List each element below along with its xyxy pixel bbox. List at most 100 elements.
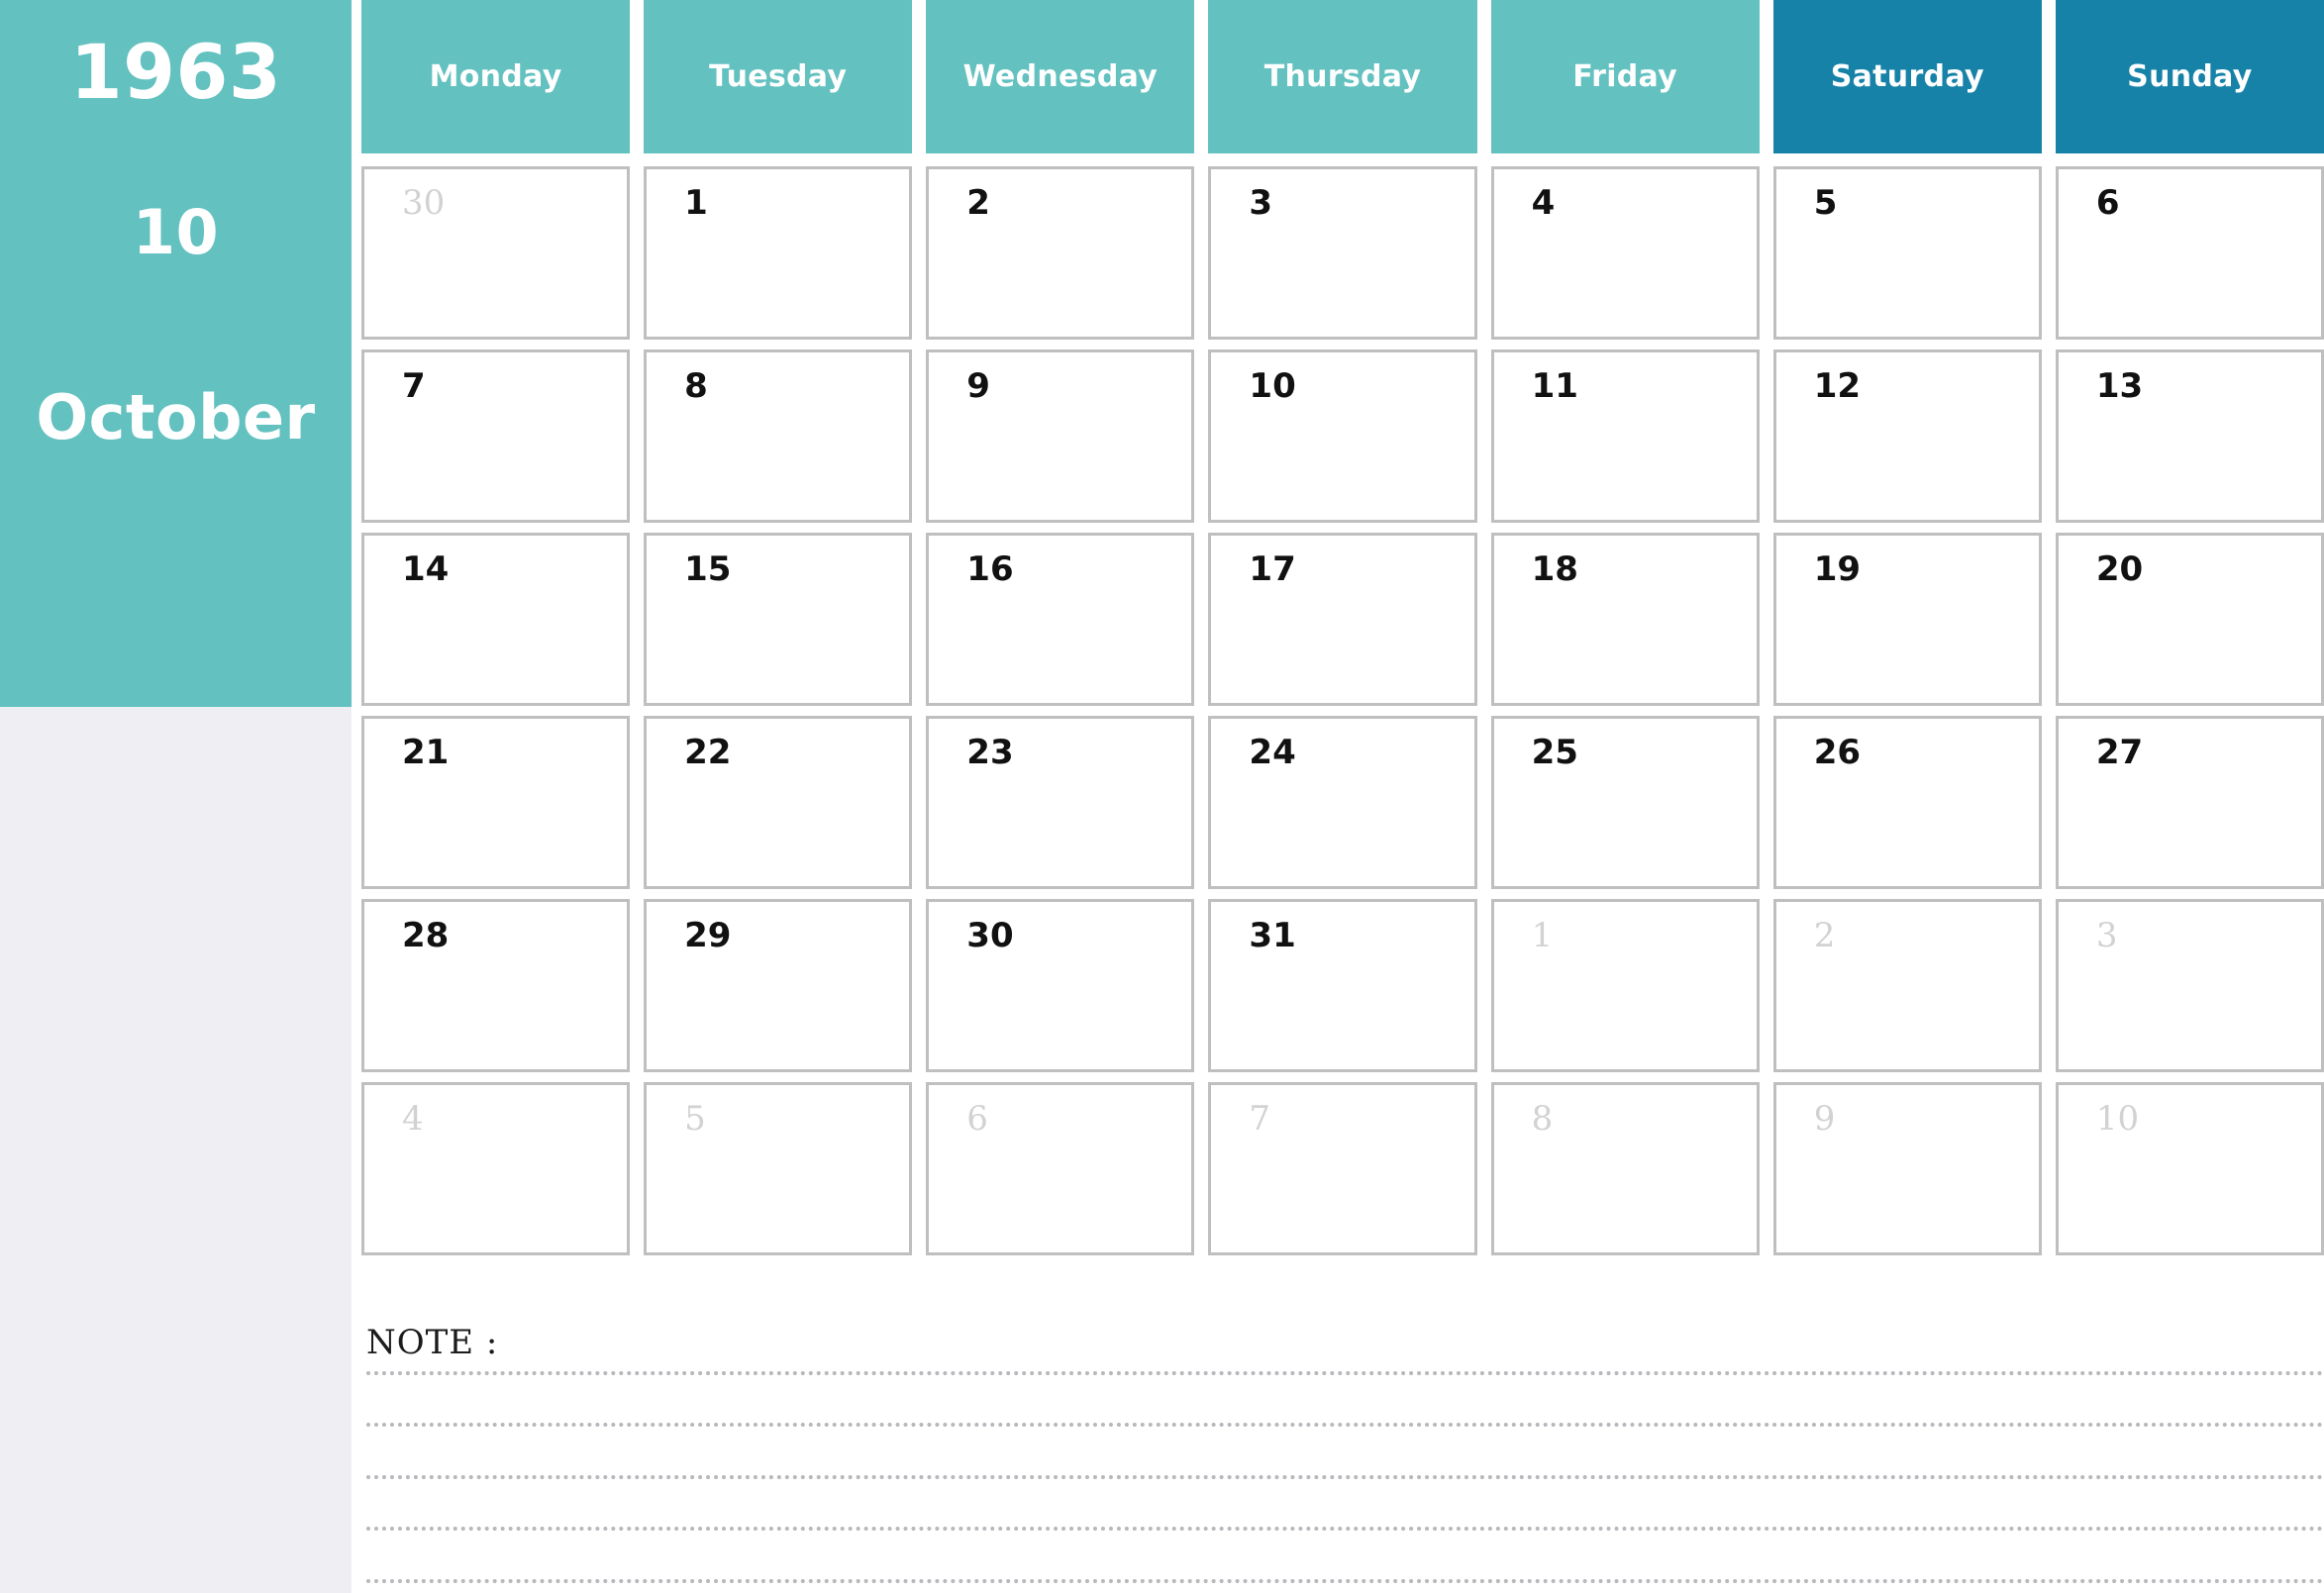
day-cell[interactable]: 6 <box>2055 166 2324 340</box>
day-cell[interactable]: 8 <box>644 349 913 523</box>
day-number: 4 <box>402 1099 424 1139</box>
day-cell[interactable]: 7 <box>361 349 631 523</box>
day-cell[interactable]: 4 <box>1490 166 1760 340</box>
note-rule-line[interactable] <box>366 1475 2324 1479</box>
weekday-header-label: Monday <box>429 59 562 94</box>
day-cell[interactable]: 30 <box>926 899 1195 1072</box>
day-cell[interactable]: 9 <box>926 349 1195 523</box>
weekday-header-label: Sunday <box>2127 59 2253 94</box>
weekday-header-friday: Friday <box>1490 0 1760 153</box>
weekday-header-row: Monday Tuesday Wednesday Thursday Friday Satu… <box>361 0 2324 153</box>
day-cell[interactable]: 31 <box>1208 899 1477 1072</box>
day-number: 8 <box>684 366 708 406</box>
day-cell[interactable]: 23 <box>926 716 1195 889</box>
day-number: 6 <box>966 1099 988 1139</box>
day-number: 11 <box>1531 366 1578 406</box>
note-rule-line[interactable] <box>366 1423 2324 1427</box>
weekday-header-label: Saturday <box>1830 59 1984 94</box>
day-cell[interactable]: 3 <box>1208 166 1477 340</box>
day-cell[interactable]: 25 <box>1490 716 1760 889</box>
day-cell[interactable]: 12 <box>1772 349 2042 523</box>
day-number: 3 <box>2095 916 2118 955</box>
day-cell[interactable]: 9 <box>1772 1082 2042 1255</box>
day-number: 1 <box>684 183 708 223</box>
sidebar-month-number: 10 <box>132 196 220 268</box>
day-number: 2 <box>966 183 990 223</box>
day-cell[interactable]: 18 <box>1490 533 1760 706</box>
day-number: 21 <box>402 733 450 772</box>
day-number: 24 <box>1249 733 1296 772</box>
day-number: 26 <box>1813 733 1862 772</box>
day-cell[interactable]: 14 <box>361 533 631 706</box>
note-rule-line[interactable] <box>366 1579 2324 1583</box>
day-number: 28 <box>402 916 450 955</box>
day-number: 2 <box>1813 916 1836 955</box>
day-number: 29 <box>684 916 732 955</box>
weekday-header-thursday: Thursday <box>1208 0 1477 153</box>
weekday-header-monday: Monday <box>361 0 631 153</box>
note-rule-line[interactable] <box>366 1371 2324 1375</box>
day-cell[interactable]: 27 <box>2055 716 2324 889</box>
day-cell[interactable]: 7 <box>1208 1082 1477 1255</box>
day-cell[interactable]: 10 <box>1208 349 1477 523</box>
day-number: 14 <box>402 549 450 589</box>
day-number: 3 <box>1249 183 1273 223</box>
day-cell[interactable]: 3 <box>2055 899 2324 1072</box>
day-cell[interactable]: 21 <box>361 716 631 889</box>
day-number: 15 <box>684 549 732 589</box>
day-cell[interactable]: 6 <box>926 1082 1195 1255</box>
day-cell[interactable]: 19 <box>1772 533 2042 706</box>
day-cell[interactable]: 30 <box>361 166 631 340</box>
day-cell[interactable]: 4 <box>361 1082 631 1255</box>
day-cell[interactable]: 1 <box>1490 899 1760 1072</box>
day-cell[interactable]: 26 <box>1772 716 2042 889</box>
day-cell[interactable]: 11 <box>1490 349 1760 523</box>
day-cell[interactable]: 15 <box>644 533 913 706</box>
day-cell[interactable]: 24 <box>1208 716 1477 889</box>
day-cell[interactable]: 13 <box>2055 349 2324 523</box>
day-number: 30 <box>966 916 1014 955</box>
weekday-header-label: Wednesday <box>962 59 1159 94</box>
day-number: 10 <box>1249 366 1296 406</box>
day-cell[interactable]: 28 <box>361 899 631 1072</box>
calendar-week-row: 30 1 2 3 4 5 6 <box>361 166 2324 340</box>
day-cell[interactable]: 5 <box>644 1082 913 1255</box>
calendar-week-row: 4 5 6 7 8 9 10 <box>361 1082 2324 1255</box>
day-number: 9 <box>966 366 990 406</box>
weekday-header-label: Thursday <box>1263 59 1422 94</box>
day-cell[interactable]: 10 <box>2055 1082 2324 1255</box>
sidebar-year: 1963 <box>69 28 282 116</box>
weekday-header-saturday: Saturday <box>1772 0 2042 153</box>
day-cell[interactable]: 5 <box>1772 166 2042 340</box>
day-cell[interactable]: 20 <box>2055 533 2324 706</box>
day-number: 23 <box>966 733 1014 772</box>
day-cell[interactable]: 8 <box>1490 1082 1760 1255</box>
day-number: 20 <box>2095 549 2144 589</box>
day-cell[interactable]: 16 <box>926 533 1195 706</box>
day-cell[interactable]: 1 <box>644 166 913 340</box>
day-number: 18 <box>1531 549 1578 589</box>
calendar-week-row: 28 29 30 31 1 2 3 <box>361 899 2324 1072</box>
day-cell[interactable]: 2 <box>1772 899 2042 1072</box>
day-number: 1 <box>1531 916 1554 955</box>
calendar-week-row: 7 8 9 10 11 12 13 <box>361 349 2324 523</box>
day-number: 27 <box>2095 733 2144 772</box>
weekday-header-label: Tuesday <box>709 59 848 94</box>
day-number: 31 <box>1249 916 1296 955</box>
note-rule-line[interactable] <box>366 1527 2324 1531</box>
day-number: 13 <box>2095 366 2144 406</box>
note-section: NOTE : <box>361 1317 2324 1593</box>
note-label: NOTE : <box>366 1323 499 1362</box>
day-cell[interactable]: 29 <box>644 899 913 1072</box>
day-number: 7 <box>402 366 426 406</box>
day-cell[interactable]: 22 <box>644 716 913 889</box>
day-number: 10 <box>2095 1099 2140 1139</box>
sidebar-month-name: October <box>36 381 316 453</box>
weekday-header-sunday: Sunday <box>2055 0 2324 153</box>
day-number: 6 <box>2095 183 2120 223</box>
day-number: 9 <box>1813 1099 1836 1139</box>
day-cell[interactable]: 17 <box>1208 533 1477 706</box>
sidebar: 1963 10 October <box>0 0 352 1593</box>
day-cell[interactable]: 2 <box>926 166 1195 340</box>
day-number: 22 <box>684 733 732 772</box>
